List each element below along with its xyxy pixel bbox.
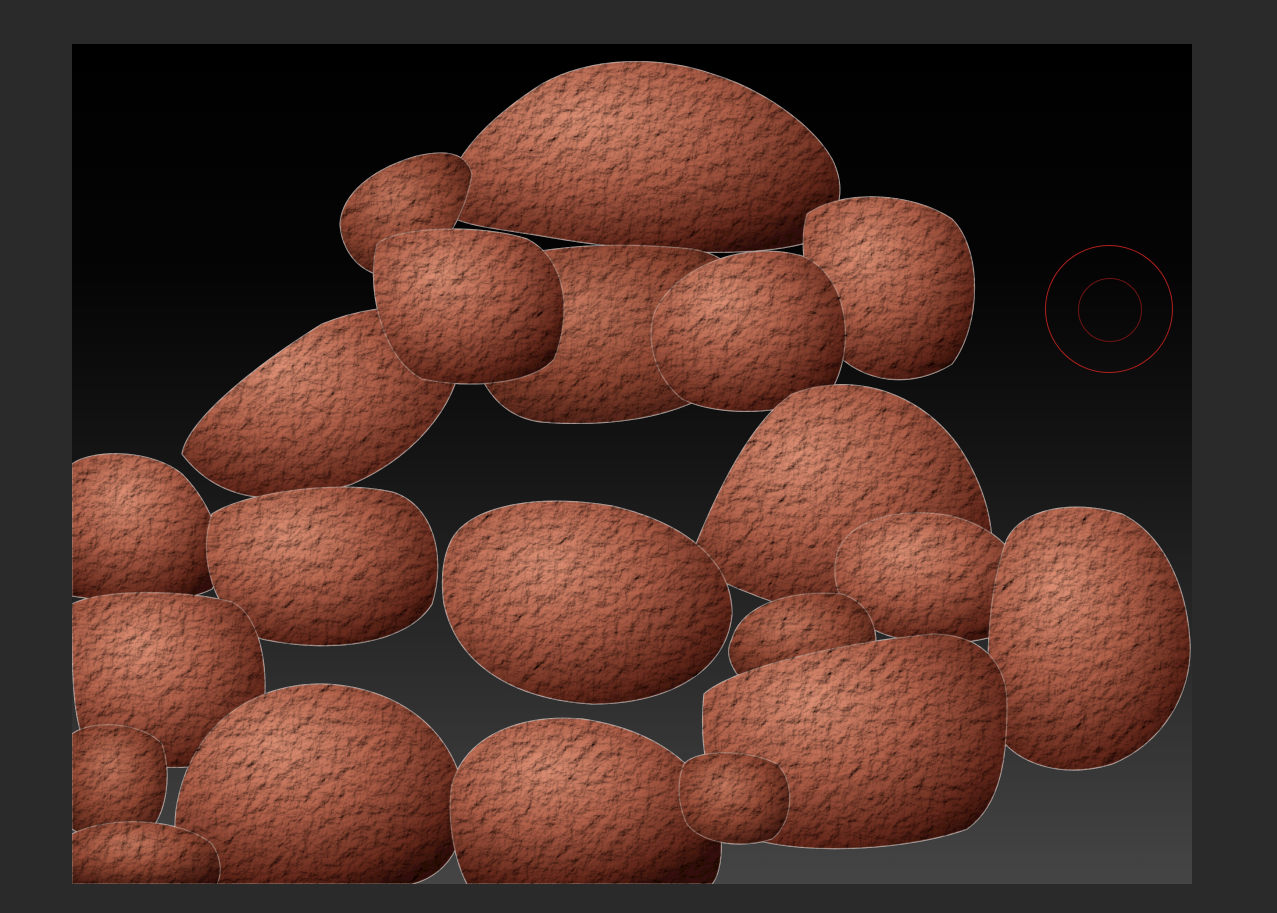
viewport-canvas[interactable] (72, 44, 1192, 884)
rock-big-top (442, 60, 841, 253)
brush-inner-circle (1078, 278, 1142, 342)
rock-far-right (987, 506, 1191, 771)
rock-scene (72, 60, 1191, 884)
rock-center (441, 500, 733, 705)
app-frame (0, 0, 1277, 913)
rock-left-edge (72, 453, 221, 602)
rock-front-small-right (678, 752, 791, 845)
rock-mid-left-small (372, 228, 565, 385)
brush-circle-icon (1045, 245, 1173, 373)
